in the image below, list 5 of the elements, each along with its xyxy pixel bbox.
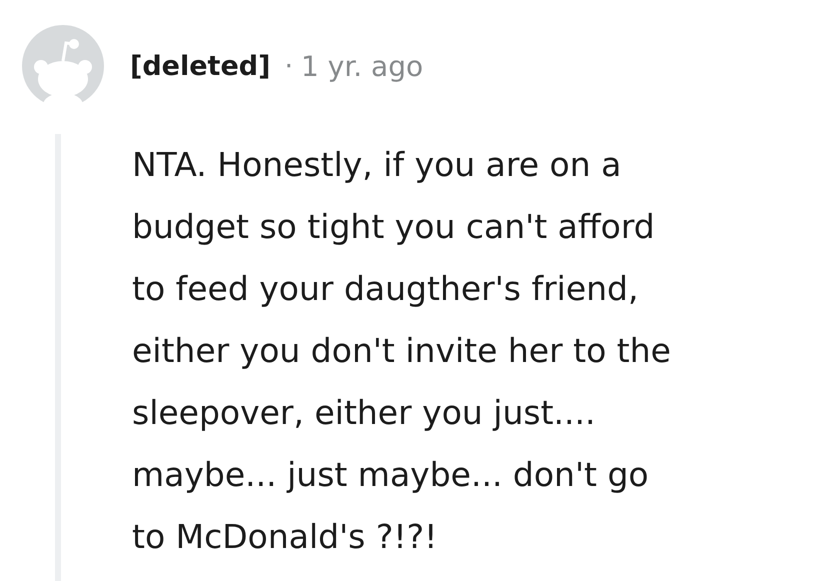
avatar-icon — [22, 25, 104, 107]
timestamp: 1 yr. ago — [301, 50, 424, 82]
author-name[interactable]: [deleted] — [130, 50, 270, 82]
comment-text: NTA. Honestly, if you are on a budget so tight you can't afford to feed your daugther's friend, either you don't invite her to the sleepover, either you just.... maybe... just maybe... don't go to McDonald's ?!?! — [132, 144, 671, 558]
separator-dot: · — [284, 50, 294, 82]
